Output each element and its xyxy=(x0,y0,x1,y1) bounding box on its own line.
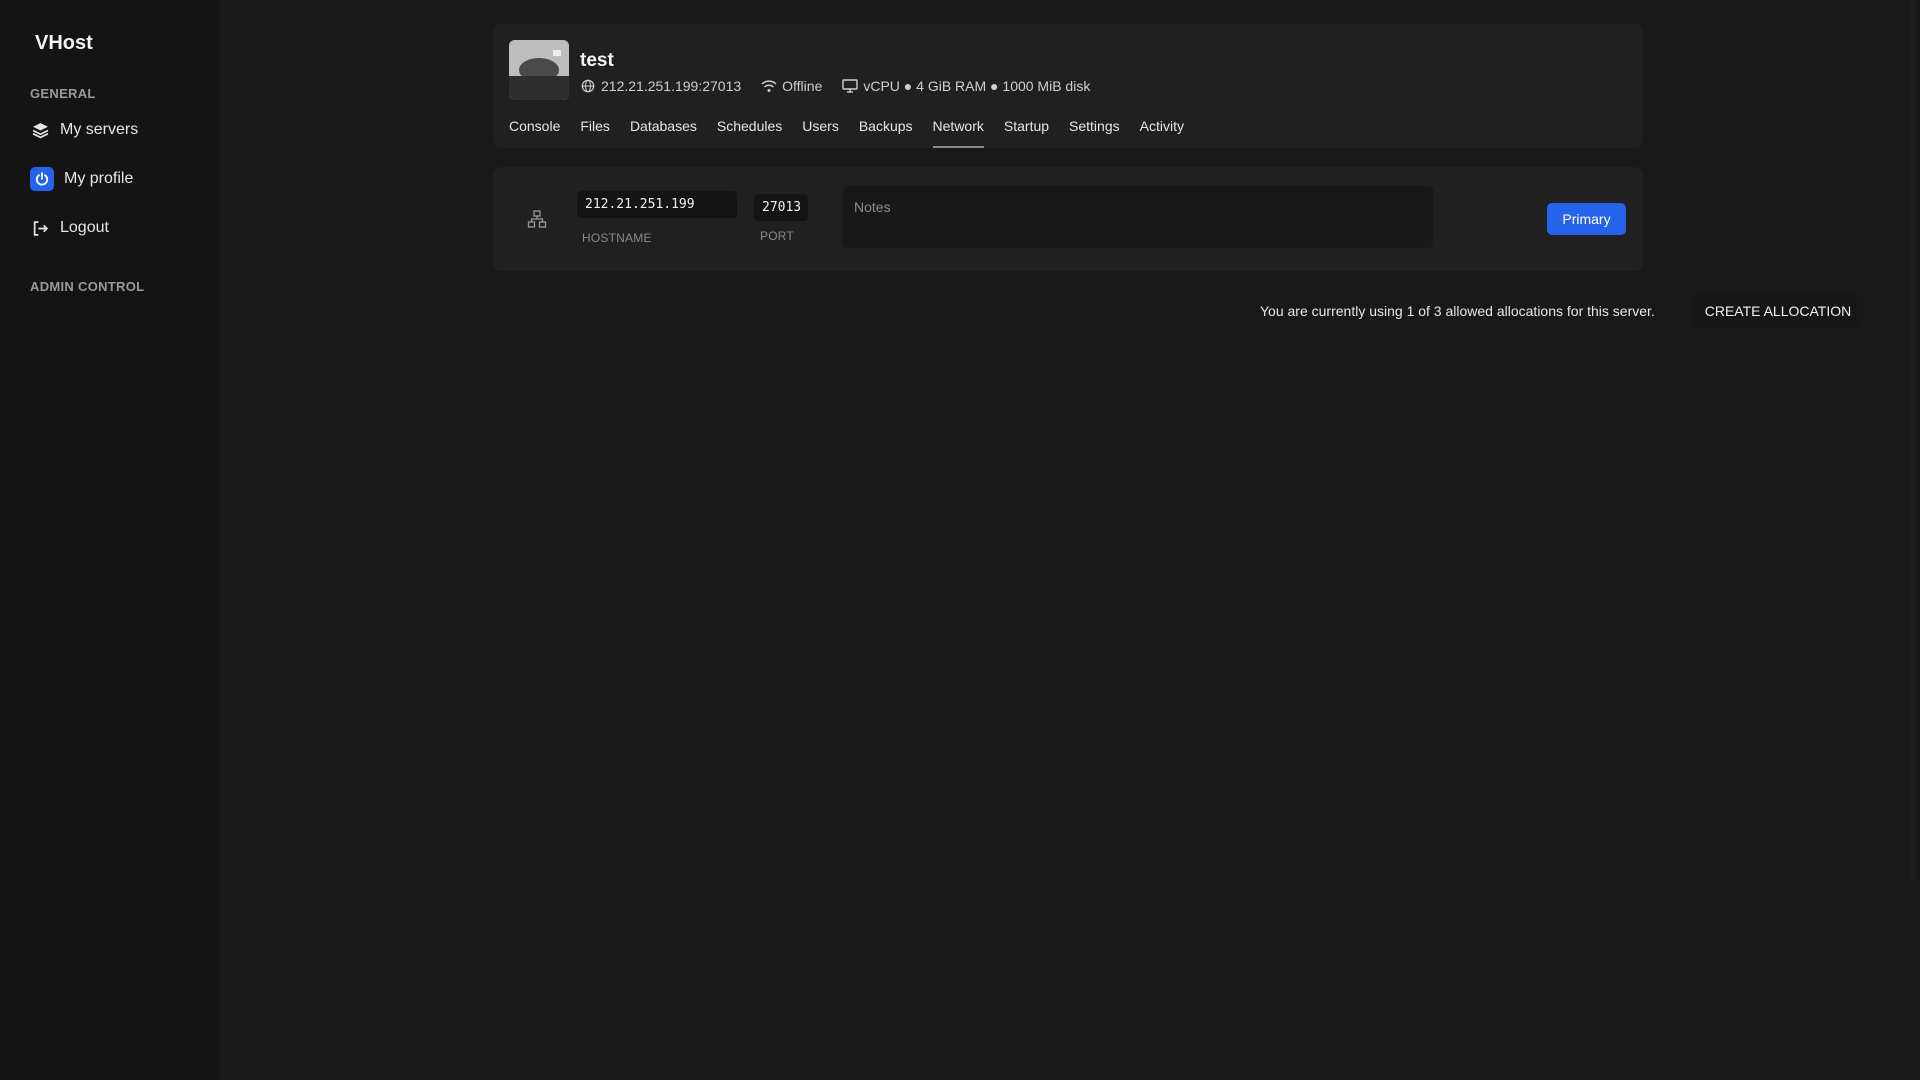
tab-startup[interactable]: Startup xyxy=(1004,116,1049,148)
globe-icon xyxy=(580,78,596,94)
tab-settings[interactable]: Settings xyxy=(1069,116,1120,148)
server-address: 212.21.251.199:27013 xyxy=(580,78,741,94)
brand-logo[interactable]: VHost xyxy=(35,32,93,55)
server-name: test xyxy=(580,50,614,71)
tab-files[interactable]: Files xyxy=(580,116,610,148)
server-address-text: 212.21.251.199:27013 xyxy=(601,78,742,94)
hostname-label: HOSTNAME xyxy=(582,231,652,245)
tab-schedules[interactable]: Schedules xyxy=(717,116,782,148)
tab-activity[interactable]: Activity xyxy=(1140,116,1184,148)
server-meta: 212.21.251.199:27013 Offline vCPU ● 4 Gi… xyxy=(580,76,1110,96)
sidebar-item-my-servers[interactable]: My servers xyxy=(30,116,138,144)
allocation-usage-text: You are currently using 1 of 3 allowed a… xyxy=(1260,303,1655,319)
sidebar-item-my-profile[interactable]: My profile xyxy=(30,165,133,193)
monitor-icon xyxy=(842,78,859,94)
layers-icon xyxy=(30,120,50,140)
server-avatar xyxy=(509,40,569,100)
primary-button[interactable]: Primary xyxy=(1547,203,1626,235)
server-header: test 212.21.251.199:27013 Offline vCPU ●… xyxy=(493,24,1643,148)
sidebar-item-label: Logout xyxy=(60,219,109,236)
allocation-row: 212.21.251.199 HOSTNAME 27013 PORT Notes… xyxy=(493,167,1643,271)
sidebar: VHost GENERAL My servers My profile Logo… xyxy=(0,0,220,1080)
general-section-label: GENERAL xyxy=(30,86,96,101)
notes-input[interactable]: Notes xyxy=(842,185,1434,249)
server-resources: vCPU ● 4 GiB RAM ● 1000 MiB disk xyxy=(842,78,1090,94)
create-allocation-button[interactable]: CREATE ALLOCATION xyxy=(1693,294,1863,328)
tab-users[interactable]: Users xyxy=(802,116,839,148)
tab-backups[interactable]: Backups xyxy=(859,116,913,148)
server-status-text: Offline xyxy=(782,78,823,94)
port-field[interactable]: 27013 xyxy=(754,194,808,221)
tab-console[interactable]: Console xyxy=(509,116,560,148)
network-icon xyxy=(526,208,548,230)
sidebar-item-label: My profile xyxy=(64,170,134,187)
hostname-field[interactable]: 212.21.251.199 xyxy=(577,191,737,218)
sidebar-item-label: My servers xyxy=(60,121,139,138)
port-label: PORT xyxy=(760,229,794,243)
wifi-icon xyxy=(761,78,777,94)
main-content: test 212.21.251.199:27013 Offline vCPU ●… xyxy=(220,0,1920,1080)
server-tabs: Console Files Databases Schedules Users … xyxy=(509,116,1204,148)
power-icon xyxy=(30,167,54,191)
logout-icon xyxy=(30,218,50,238)
tab-databases[interactable]: Databases xyxy=(630,116,697,148)
admin-section-label: ADMIN CONTROL xyxy=(30,279,145,294)
sidebar-item-logout[interactable]: Logout xyxy=(30,214,109,242)
page-scrollbar[interactable] xyxy=(1910,0,1916,880)
server-resources-text: vCPU ● 4 GiB RAM ● 1000 MiB disk xyxy=(863,78,1091,94)
server-status: Offline xyxy=(761,78,822,94)
tab-network[interactable]: Network xyxy=(932,116,985,148)
